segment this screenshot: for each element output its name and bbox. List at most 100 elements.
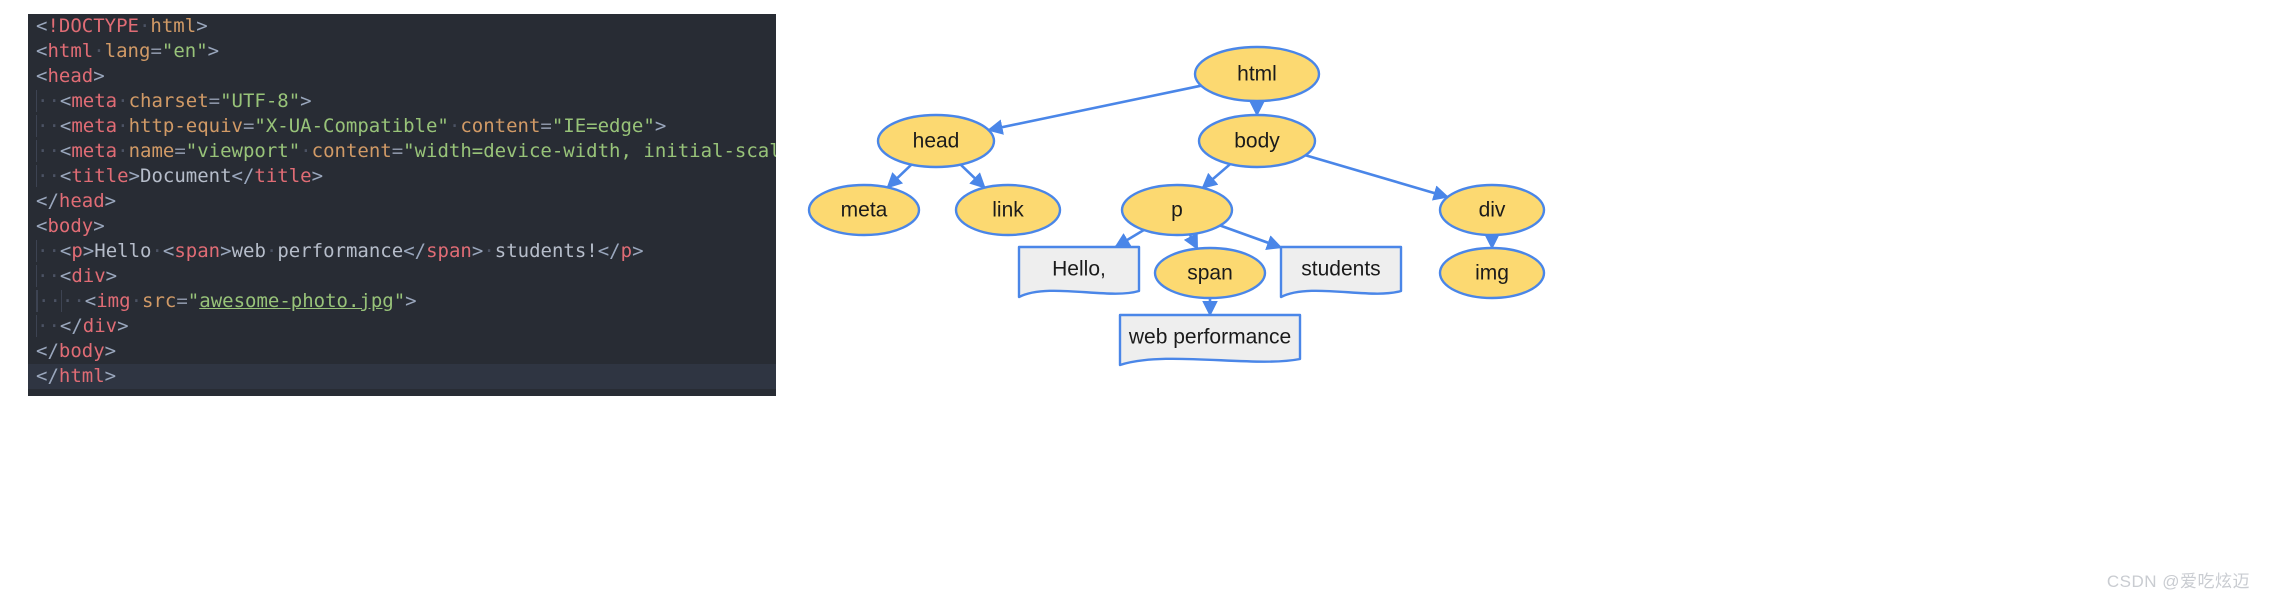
code-token-tag: span <box>174 240 221 262</box>
code-token-dotspace: · <box>138 15 151 37</box>
code-token-punct: < <box>59 240 72 262</box>
code-token-tag: title <box>254 165 312 187</box>
node-label-p: p <box>1171 199 1183 222</box>
diagram-node-link: link <box>954 183 1062 237</box>
code-token-punct: < <box>36 15 48 37</box>
code-token-punct: </ <box>597 240 621 262</box>
node-label-body: body <box>1234 130 1280 153</box>
code-token-attr: src <box>142 290 177 312</box>
code-token-dotspace: ·· <box>37 90 60 112</box>
diagram-node-html: html <box>1193 45 1321 103</box>
code-token-punct: > <box>311 165 324 187</box>
diagram-node-web_performance: web performance <box>1118 313 1302 367</box>
code-line[interactable]: ··</div> <box>28 314 776 339</box>
node-label-students: students <box>1301 258 1380 281</box>
code-token-dotspace: · <box>483 240 495 262</box>
code-token-punct: < <box>59 140 72 162</box>
code-token-tag: head <box>47 65 94 87</box>
code-token-punct: < <box>36 40 48 62</box>
code-token-punct: < <box>59 265 72 287</box>
code-token-punct: > <box>117 315 129 337</box>
code-token-tag: meta <box>71 115 118 137</box>
code-token-punct: > <box>93 215 105 237</box>
code-token-tag: body <box>47 215 94 237</box>
diagram-edge-head-to-link <box>959 163 986 189</box>
code-token-punct: > <box>300 90 312 112</box>
code-token-tag: !DOCTYPE <box>47 15 139 37</box>
code-token-tag: head <box>58 190 105 212</box>
code-line[interactable]: <body> <box>28 214 776 239</box>
code-line[interactable]: <html·lang="en"> <box>28 39 776 64</box>
code-token-punct: < <box>84 290 97 312</box>
code-token-dotspace: ·· <box>37 115 60 137</box>
code-line[interactable]: ····<img·src="awesome-photo.jpg"> <box>28 289 776 314</box>
code-token-punct: > <box>104 190 117 212</box>
code-token-tag: body <box>58 340 105 362</box>
diagram-nodes: html head body meta link p div Hello, span studen… <box>807 45 1546 367</box>
code-line[interactable]: ··<meta·name="viewport"·content="width=d… <box>28 139 776 164</box>
code-token-string: "viewport" <box>185 140 301 162</box>
code-token-tag: p <box>620 240 633 262</box>
diagram-node-head: head <box>876 113 996 169</box>
code-token-string: "UTF-8" <box>220 90 301 112</box>
code-token-text: web <box>231 240 266 262</box>
diagram-edge-p-to-span <box>1183 232 1199 251</box>
code-line[interactable]: </body> <box>28 339 776 364</box>
code-line[interactable]: ··<div> <box>28 264 776 289</box>
code-token-punct: > <box>104 340 117 362</box>
code-token-punct: > <box>196 15 208 37</box>
code-token-punct: > <box>128 165 140 187</box>
diagram-node-body: body <box>1197 113 1317 169</box>
code-editor-lines[interactable]: <!DOCTYPE·html> <html·lang="en"> <head> ··<… <box>28 14 776 389</box>
node-label-link: link <box>992 199 1024 222</box>
code-token-attr: html <box>150 15 197 37</box>
code-token-punct: < <box>162 240 175 262</box>
code-token-punct: < <box>59 115 72 137</box>
code-token-link: awesome-photo.jpg <box>199 290 394 312</box>
code-line[interactable]: ··<meta·http-equiv="X-UA-Compatible"·con… <box>28 114 776 139</box>
code-token-string: " <box>393 290 406 312</box>
code-token-dotspace: ·· <box>37 165 60 187</box>
code-token-text: students! <box>494 240 598 262</box>
code-editor-panel[interactable]: <!DOCTYPE·html> <html·lang="en"> <head> ··<… <box>28 14 776 396</box>
code-token-punct: > <box>207 40 220 62</box>
code-line[interactable]: </html> <box>28 364 776 389</box>
diagram-edge-body-to-p <box>1201 163 1232 189</box>
code-token-dotspace: · <box>300 140 312 162</box>
code-token-text: performance <box>277 240 404 262</box>
code-token-punct: > <box>405 290 417 312</box>
code-line[interactable]: ··<meta·charset="UTF-8"> <box>28 89 776 114</box>
code-line[interactable]: ··<p>Hello·<span>web·performance</span>·… <box>28 239 776 264</box>
code-token-punct: > <box>93 65 105 87</box>
node-label-span: span <box>1187 262 1233 285</box>
code-token-dotspace: · <box>265 240 278 262</box>
code-token-dotspace: ·· <box>37 140 60 162</box>
diagram-node-img: img <box>1438 246 1546 300</box>
code-token-dotspace: · <box>93 40 105 62</box>
code-token-dotspace: · <box>117 115 129 137</box>
code-token-string: "IE=edge" <box>551 115 655 137</box>
code-token-text: Hello <box>94 240 152 262</box>
diagram-node-span: span <box>1153 246 1267 300</box>
code-token-tag: meta <box>71 90 118 112</box>
code-line[interactable]: ··<title>Document</title> <box>28 164 776 189</box>
code-token-punct: </ <box>59 315 83 337</box>
code-token-punct: </ <box>231 165 255 187</box>
code-token-eq: = <box>208 90 221 112</box>
code-token-text: Document <box>140 165 232 187</box>
code-line[interactable]: </head> <box>28 189 776 214</box>
code-token-punct: > <box>654 115 667 137</box>
code-line[interactable]: <head> <box>28 64 776 89</box>
code-token-attr: charset <box>128 90 209 112</box>
node-label-hello: Hello, <box>1052 258 1106 281</box>
diagram-edge-body-to-div <box>1305 153 1450 201</box>
code-token-tag: p <box>71 240 83 262</box>
code-token-dotspace: ·· <box>37 315 60 337</box>
code-token-punct: > <box>220 240 232 262</box>
code-token-tag: title <box>71 165 129 187</box>
code-token-attr: content <box>311 140 392 162</box>
node-label-meta: meta <box>841 199 888 222</box>
diagram-edge-head-to-meta <box>886 163 913 189</box>
code-line[interactable]: <!DOCTYPE·html> <box>28 14 776 39</box>
code-token-attr: lang <box>104 40 151 62</box>
